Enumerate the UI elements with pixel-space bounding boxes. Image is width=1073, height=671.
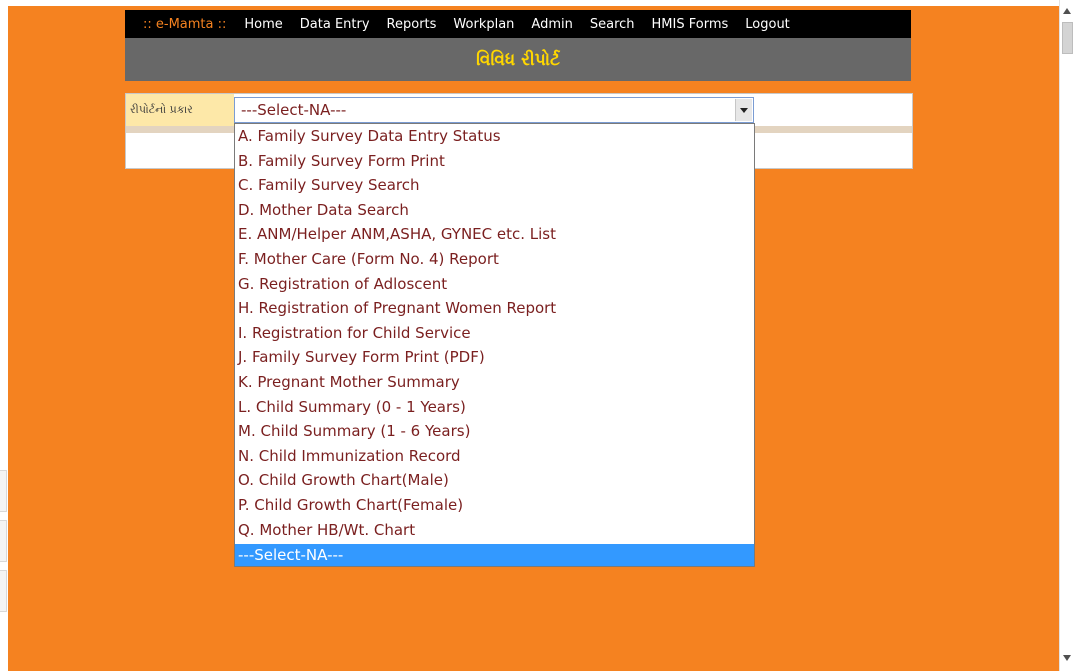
dropdown-option-selected[interactable]: ---Select-NA--- <box>235 544 754 566</box>
report-type-dropdown-list[interactable]: A. Family Survey Data Entry Status B. Fa… <box>234 123 755 567</box>
dropdown-option[interactable]: E. ANM/Helper ANM,ASHA, GYNEC etc. List <box>235 222 754 247</box>
vertical-scrollbar[interactable] <box>1059 0 1073 671</box>
dropdown-toggle[interactable] <box>735 99 752 121</box>
dropdown-option[interactable]: M. Child Summary (1 - 6 Years) <box>235 419 754 444</box>
dropdown-option[interactable]: N. Child Immunization Record <box>235 444 754 469</box>
brand-logo: :: e-Mamta :: <box>143 16 227 32</box>
dropdown-option[interactable]: L. Child Summary (0 - 1 Years) <box>235 395 754 420</box>
dropdown-option[interactable]: C. Family Survey Search <box>235 173 754 198</box>
left-edge <box>0 0 8 671</box>
scroll-thumb[interactable] <box>1062 22 1073 54</box>
nav-home[interactable]: Home <box>244 17 282 32</box>
edge-mark <box>0 470 7 512</box>
page-title: વિવિધ રીપોર્ટ <box>476 49 560 70</box>
dropdown-option[interactable]: G. Registration of Adloscent <box>235 272 754 297</box>
dropdown-option[interactable]: H. Registration of Pregnant Women Report <box>235 296 754 321</box>
nav-hmis-forms[interactable]: HMIS Forms <box>652 17 729 32</box>
dropdown-option[interactable]: F. Mother Care (Form No. 4) Report <box>235 247 754 272</box>
dropdown-option[interactable]: P. Child Growth Chart(Female) <box>235 493 754 518</box>
nav-workplan[interactable]: Workplan <box>453 17 514 32</box>
dropdown-option[interactable]: O. Child Growth Chart(Male) <box>235 468 754 493</box>
select-value: ---Select-NA--- <box>241 101 347 119</box>
dropdown-option[interactable]: J. Family Survey Form Print (PDF) <box>235 345 754 370</box>
dropdown-option[interactable]: K. Pregnant Mother Summary <box>235 370 754 395</box>
top-navigation: :: e-Mamta :: Home Data Entry Reports Wo… <box>125 10 911 38</box>
scroll-up-icon[interactable] <box>1063 8 1071 14</box>
dropdown-option[interactable]: B. Family Survey Form Print <box>235 149 754 174</box>
dropdown-option[interactable]: D. Mother Data Search <box>235 198 754 223</box>
dropdown-option[interactable]: Q. Mother HB/Wt. Chart <box>235 518 754 543</box>
chevron-down-icon <box>740 107 748 113</box>
scroll-down-icon[interactable] <box>1063 655 1071 661</box>
edge-mark <box>0 520 7 562</box>
nav-reports[interactable]: Reports <box>387 17 437 32</box>
report-type-select[interactable]: ---Select-NA--- <box>234 97 754 123</box>
report-type-label: રીપોર્ટનો પ્રકાર <box>126 94 234 126</box>
nav-logout[interactable]: Logout <box>745 17 790 32</box>
nav-admin[interactable]: Admin <box>531 17 572 32</box>
nav-data-entry[interactable]: Data Entry <box>300 17 370 32</box>
dropdown-option[interactable]: I. Registration for Child Service <box>235 321 754 346</box>
page-title-banner: વિવિધ રીપોર્ટ <box>125 38 911 81</box>
nav-search[interactable]: Search <box>590 17 635 32</box>
dropdown-option[interactable]: A. Family Survey Data Entry Status <box>235 124 754 149</box>
edge-mark <box>0 570 7 612</box>
